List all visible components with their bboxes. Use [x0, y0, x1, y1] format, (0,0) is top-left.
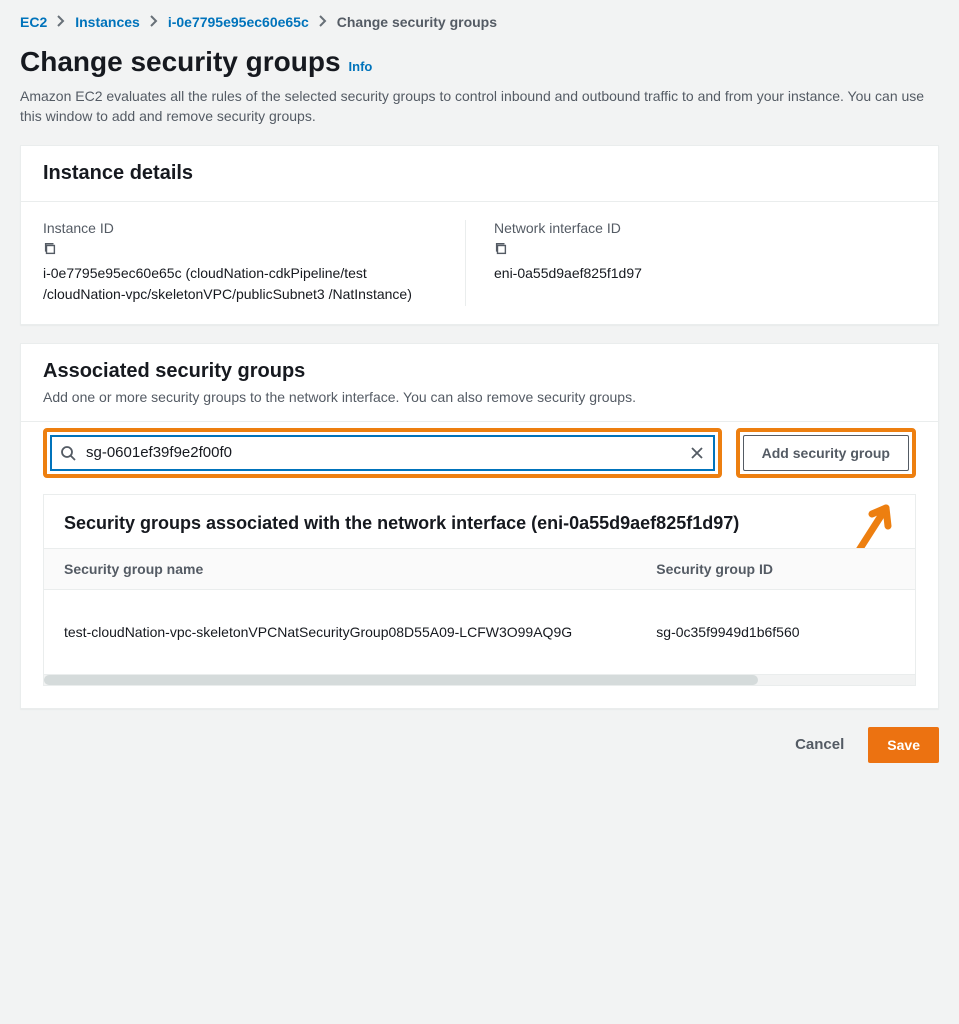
col-sg-id: Security group ID	[636, 548, 915, 589]
breadcrumb-ec2[interactable]: EC2	[20, 14, 47, 30]
chevron-right-icon	[57, 14, 65, 30]
search-icon	[60, 445, 76, 461]
instance-id-label: Instance ID	[43, 220, 445, 236]
clear-icon[interactable]	[689, 445, 705, 461]
chevron-right-icon	[319, 14, 327, 30]
instance-details-panel: Instance details Instance ID i-0e7795e95…	[20, 145, 939, 325]
highlight-add-button: Add security group	[736, 428, 916, 478]
eni-value: eni-0a55d9aef825f1d97	[494, 263, 896, 285]
sg-table: Security groups associated with the netw…	[43, 494, 916, 686]
instance-id-value: i-0e7795e95ec60e65c (cloudNation-cdkPipe…	[43, 263, 445, 306]
info-link[interactable]: Info	[349, 59, 373, 74]
sg-search-input[interactable]	[52, 437, 713, 469]
instance-details-heading: Instance details	[43, 162, 916, 185]
breadcrumb-instance-id[interactable]: i-0e7795e95ec60e65c	[168, 14, 309, 30]
cancel-button[interactable]: Cancel	[781, 727, 858, 763]
sg-id-cell: sg-0c35f9949d1b6f560	[636, 589, 915, 674]
table-row: test-cloudNation-vpc-skeletonVPCNatSecur…	[44, 589, 915, 674]
highlight-search	[43, 428, 722, 478]
copy-icon[interactable]	[43, 243, 57, 259]
breadcrumb-instances[interactable]: Instances	[75, 14, 140, 30]
col-sg-name: Security group name	[44, 548, 636, 589]
footer-actions: Cancel Save	[20, 727, 939, 763]
save-button[interactable]: Save	[868, 727, 939, 763]
associated-sg-heading: Associated security groups	[43, 360, 916, 383]
copy-icon[interactable]	[494, 243, 508, 259]
sg-table-title: Security groups associated with the netw…	[44, 495, 915, 548]
chevron-right-icon	[150, 14, 158, 30]
associated-sg-subheading: Add one or more security groups to the n…	[43, 389, 916, 405]
page-description: Amazon EC2 evaluates all the rules of th…	[20, 86, 939, 127]
add-security-group-button[interactable]: Add security group	[743, 435, 909, 471]
breadcrumb: EC2 Instances i-0e7795e95ec60e65c Change…	[20, 14, 939, 30]
horizontal-scrollbar[interactable]	[44, 675, 915, 685]
breadcrumb-current: Change security groups	[337, 14, 497, 30]
associated-sg-panel: Associated security groups Add one or mo…	[20, 343, 939, 709]
sg-name-cell: test-cloudNation-vpc-skeletonVPCNatSecur…	[44, 589, 636, 674]
page-title: Change security groups	[20, 46, 341, 78]
eni-label: Network interface ID	[494, 220, 896, 236]
